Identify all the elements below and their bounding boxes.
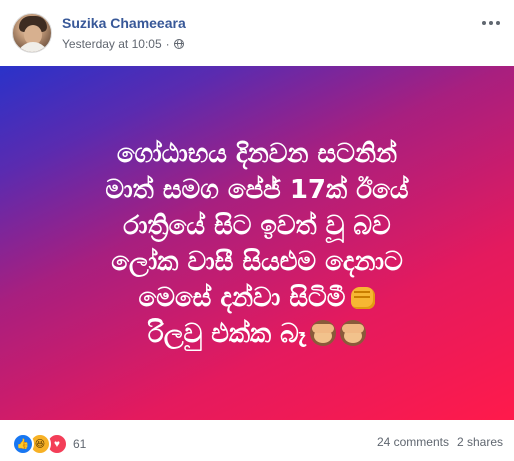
author-name[interactable]: Suzika Chameeara: [62, 15, 186, 31]
text-line-with-emoji: රිලවු එක්ක බෑ: [20, 316, 494, 352]
more-options-button[interactable]: [478, 12, 504, 34]
like-icon: 👍: [12, 433, 34, 455]
reactions-summary[interactable]: 👍 😆 ♥ 61: [12, 433, 86, 455]
fist-emoji-icon: [351, 287, 376, 309]
dot-icon: [482, 21, 486, 25]
post-timestamp[interactable]: Yesterday at 10:05: [62, 37, 162, 51]
text-line: රාත්‍රියේ සිට ඉවත් වූ බව: [123, 211, 391, 241]
text-line: රිලවු එක්ක බෑ: [147, 319, 306, 349]
shares-count[interactable]: 2 shares: [457, 435, 503, 449]
comments-count[interactable]: 24 comments: [377, 435, 449, 449]
post-meta: Yesterday at 10:05 ·: [62, 36, 184, 52]
text-line: ගෝඨාභය දිනවන සටනින්: [116, 139, 398, 169]
post-footer: 👍 😆 ♥ 61 24 comments 2 shares: [0, 420, 514, 461]
text-line: මෙසේ දන්වා සිටිමී: [138, 283, 346, 313]
meta-separator: ·: [165, 37, 170, 51]
post-image[interactable]: ගෝඨාභය දිනවන සටනින් මාත් සමග පේජ් 17ක් ඊ…: [0, 66, 514, 420]
globe-icon[interactable]: [173, 39, 184, 49]
author-avatar[interactable]: [12, 13, 52, 53]
post-image-text: ගෝඨාභය දිනවන සටනින් මාත් සමග පේජ් 17ක් ඊ…: [20, 136, 494, 352]
post-card: Suzika Chameeara Yesterday at 10:05 · ගෝ…: [0, 0, 514, 461]
see-no-evil-monkey-icon: [340, 320, 366, 346]
post-header: Suzika Chameeara Yesterday at 10:05 ·: [0, 0, 514, 62]
post-stats: 24 comments 2 shares: [377, 435, 503, 449]
text-line-with-emoji: මෙසේ දන්වා සිටිමී: [20, 280, 494, 316]
see-no-evil-monkey-icon: [310, 320, 336, 346]
dot-icon: [489, 21, 493, 25]
dot-icon: [496, 21, 500, 25]
text-line: මාත් සමග පේජ් 17ක් ඊයේ: [105, 175, 409, 205]
reaction-count[interactable]: 61: [73, 437, 86, 451]
text-line: ලෝක වාසී සියළුම දෙනාට: [111, 247, 403, 277]
